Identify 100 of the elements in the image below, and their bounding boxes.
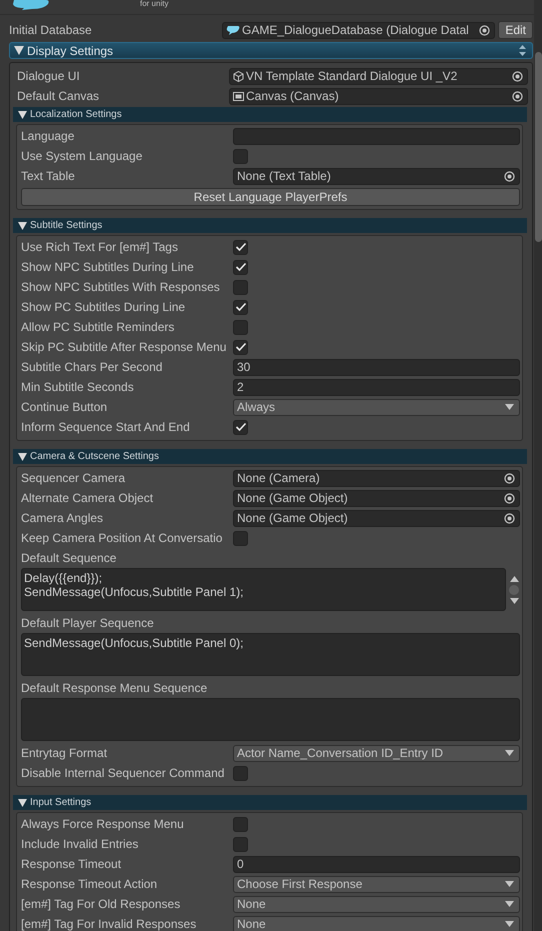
text-area[interactable]: Delay({{end}}); SendMessage(Unfocus,Subtitle Panel 1); [21,568,506,611]
field-label: Default Sequence [21,551,118,565]
field-label: Camera Angles [21,511,104,525]
object-picker-icon[interactable] [512,90,523,102]
field-label: Inform Sequence Start And End [21,420,191,434]
field-label: Response Timeout Action [21,877,158,891]
object-picker-icon[interactable] [504,512,515,524]
field-label: Default Canvas [17,89,100,103]
section-title: Input Settings [30,797,92,808]
checkbox[interactable] [233,340,248,354]
field-label: Always Force Response Menu [21,817,185,831]
checkbox[interactable] [233,240,248,254]
field-label: Default Response Menu Sequence [21,681,208,695]
object-field[interactable]: None (Game Object) [233,490,520,506]
scrollbar-thumb[interactable] [509,584,519,594]
checkbox[interactable] [233,836,248,852]
field-value: None (Text Table) [237,169,332,183]
field-label: Use System Language [21,149,144,163]
logo-subtitle: for unity [140,0,168,8]
field-label: Subtitle Chars Per Second [21,360,164,374]
checkbox[interactable] [233,816,248,832]
section-header[interactable]: Display Settings [9,42,533,59]
triangle-icon [18,110,27,118]
section-header[interactable]: Localization Settings [13,107,527,122]
field-value: None (Camera) [237,471,321,485]
checkbox[interactable] [233,280,248,294]
field-label: Show PC Subtitles During Line [21,300,186,314]
dropdown-arrow-icon [505,921,514,927]
triangle-icon [14,46,24,55]
input-field[interactable]: 2 [233,378,520,396]
dropdown[interactable]: None [233,896,520,912]
up-down-arrows-icon [519,45,526,56]
dropdown-arrow-icon [505,901,514,907]
field-label: Dialogue UI [17,69,81,83]
field-label: Sequencer Camera [21,471,126,485]
field-label: Initial Database [9,23,93,37]
checkbox[interactable] [233,320,248,334]
object-picker-icon[interactable] [512,70,523,82]
input-field[interactable] [233,128,520,144]
object-picker-icon[interactable] [479,24,490,36]
checkbox[interactable] [233,530,248,546]
dropdown[interactable]: Always [233,398,520,416]
section-header[interactable]: Subtitle Settings [13,218,527,233]
vertical-scrollbar[interactable] [534,0,542,931]
checkbox[interactable] [233,766,248,780]
section-title: Display Settings [27,44,114,58]
object-picker-icon[interactable] [504,492,515,504]
field-label: Text Table [21,169,76,183]
field-label: Min Subtitle Seconds [21,380,135,394]
field-label: Continue Button [21,400,108,414]
object-field[interactable]: Canvas (Canvas) [229,88,528,104]
field-label: Disable Internal Sequencer Command [21,766,226,780]
canvas-icon [233,92,244,100]
input-field[interactable]: 30 [233,358,520,376]
text-line: Delay({{end}}); [24,571,104,585]
checkbox[interactable] [233,420,248,434]
text-area[interactable]: SendMessage(Unfocus,Subtitle Panel 0); [21,633,520,676]
section-header[interactable]: Input Settings [13,795,527,810]
dropdown[interactable]: None [233,916,520,931]
field-label: Include Invalid Entries [21,837,140,851]
database-icon [226,25,240,35]
field-label: Skip PC Subtitle After Response Menu [21,340,228,354]
dropdown-arrow-icon [505,881,514,887]
checkbox[interactable] [233,300,248,314]
scrollbar-thumb[interactable] [535,52,542,242]
triangle-icon [18,452,27,460]
section-header[interactable]: Camera & Cutscene Settings [13,449,527,464]
field-label: [em#] Tag For Old Responses [21,897,182,911]
scroll-down-icon[interactable] [510,598,518,604]
dropdown-arrow-icon [505,404,514,410]
field-label: Entrytag Format [21,746,108,760]
edit-button[interactable]: Edit [498,21,533,39]
object-field[interactable]: GAME_DialogueDatabase (Dialogue Datal [222,22,496,38]
field-label: [em#] Tag For Invalid Responses [21,917,198,931]
checkbox[interactable] [233,148,248,164]
field-label: Alternate Camera Object [21,491,154,505]
field-label: Allow PC Subtitle Reminders [21,320,176,334]
reset-button[interactable]: Reset Language PlayerPrefs [21,188,520,206]
object-field[interactable]: None (Camera) [233,470,520,486]
field-value: VN Template Standard Dialogue UI _V2 [246,69,458,83]
triangle-icon [18,798,27,806]
triangle-icon [18,222,27,230]
field-value: None (Game Object) [237,491,349,505]
object-picker-icon[interactable] [504,170,515,182]
section-title: Localization Settings [30,109,122,120]
dropdown[interactable]: Choose First Response [233,876,520,892]
input-field[interactable]: 0 [233,856,520,872]
field-label: Keep Camera Position At Conversatio [21,531,224,545]
object-field[interactable]: None (Text Table) [233,168,520,184]
field-label: Use Rich Text For [em#] Tags [21,240,179,254]
object-field[interactable]: VN Template Standard Dialogue UI _V2 [229,68,528,84]
object-picker-icon[interactable] [504,472,515,484]
field-label: Show NPC Subtitles During Line [21,260,195,274]
dropdown[interactable]: Actor Name_Conversation ID_Entry ID [233,744,520,762]
field-value: GAME_DialogueDatabase (Dialogue Datal [242,23,470,37]
scroll-up-icon[interactable] [510,576,518,582]
object-field[interactable]: None (Game Object) [233,510,520,526]
checkbox[interactable] [233,260,248,274]
speech-bubble-logo-icon [10,0,50,10]
dropdown-arrow-icon [505,750,514,756]
